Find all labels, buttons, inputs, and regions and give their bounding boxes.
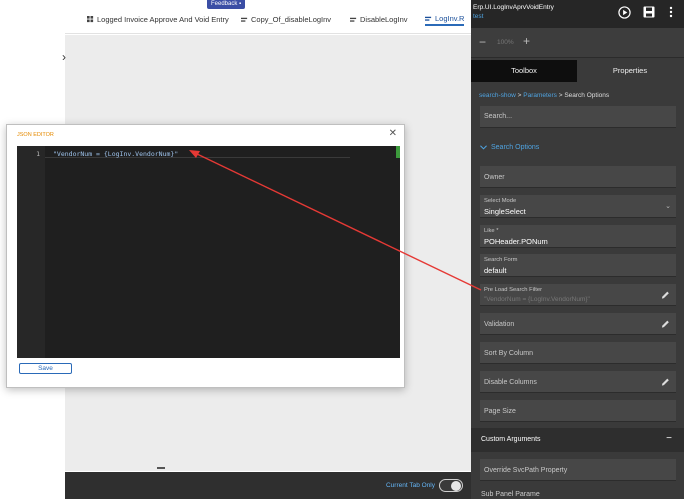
code-editor[interactable]: 1 "VendorNum = {LogInv.VendorNum}": [17, 146, 400, 358]
sub-panel-params-label: Sub Panel Parame: [481, 491, 540, 498]
form-icon: [350, 17, 357, 22]
feedback-button[interactable]: Feedback ▪: [207, 0, 246, 9]
breadcrumb: search-show > Parameters > Search Option…: [479, 92, 609, 99]
sort-placeholder: Sort By Column: [484, 350, 534, 357]
owner-placeholder: Owner: [484, 174, 505, 181]
floppy-icon: [643, 6, 655, 18]
zoom-level: 100%: [497, 39, 514, 46]
sort-by-column-field[interactable]: Sort By Column: [480, 342, 676, 364]
dropdown-arrow-icon: ⌄: [665, 203, 671, 210]
layer-name[interactable]: test: [473, 13, 483, 20]
tab-label: DisableLogInv: [360, 14, 408, 24]
drag-handle[interactable]: [157, 467, 165, 469]
search-input[interactable]: Search...: [480, 106, 676, 128]
page-tabbar: Feedback ▪ Logged Invoice Approve And Vo…: [65, 0, 471, 34]
pencil-icon[interactable]: [661, 377, 670, 386]
designer-panel: Erp.UI.LogInvAprvVoidEntry test − 100% +…: [471, 0, 684, 499]
panel-header: Erp.UI.LogInvAprvVoidEntry test: [471, 0, 684, 28]
breadcrumb-parameters[interactable]: Parameters: [523, 92, 557, 99]
disable-columns-field[interactable]: Disable Columns: [480, 371, 676, 393]
select-mode-label: Select Mode: [484, 198, 517, 204]
tab-label: Logged Invoice Approve And Void Entry: [97, 14, 229, 24]
tab-copy-of-disable[interactable]: Copy_Of_disableLogInv: [241, 12, 331, 26]
tab-label: LogInv.R: [435, 13, 465, 23]
run-button[interactable]: [617, 5, 631, 19]
like-field[interactable]: Like * POHeader.PONum: [480, 225, 676, 248]
save-button[interactable]: Save: [19, 363, 72, 374]
preload-search-filter-field[interactable]: Pre Load Search Filter "VendorNum = {Log…: [480, 284, 676, 306]
like-label: Like *: [484, 228, 499, 234]
override-svcpath-field[interactable]: Override SvcPath Property: [480, 459, 676, 481]
current-tab-only-toggle[interactable]: [439, 479, 463, 492]
disable-columns-placeholder: Disable Columns: [484, 379, 537, 386]
validation-placeholder: Validation: [484, 321, 515, 328]
page-size-placeholder: Page Size: [484, 408, 516, 415]
more-vertical-icon: [669, 6, 673, 18]
like-value: POHeader.PONum: [484, 237, 548, 246]
chevron-down-icon: [480, 145, 487, 150]
tab-toolbox[interactable]: Toolbox: [471, 60, 577, 82]
tab-loginv-r[interactable]: LogInv.R: [425, 12, 465, 26]
search-placeholder: Search...: [484, 113, 513, 120]
line-number: 1: [36, 150, 40, 158]
zoom-bar: − 100% +: [471, 28, 684, 58]
override-placeholder: Override SvcPath Property: [484, 467, 568, 474]
form-icon: [425, 16, 432, 21]
page-size-field[interactable]: Page Size: [480, 400, 676, 422]
form-icon: [241, 17, 248, 22]
breadcrumb-search-show[interactable]: search-show: [479, 92, 516, 99]
line-gutter: 1: [17, 146, 45, 358]
tab-logged-invoice[interactable]: Logged Invoice Approve And Void Entry: [87, 12, 229, 26]
panel-tabs: Toolbox Properties: [471, 60, 684, 82]
search-form-field[interactable]: Search Form default: [480, 254, 676, 277]
more-menu-button[interactable]: [664, 5, 678, 19]
validation-field[interactable]: Validation: [480, 313, 676, 335]
tab-properties[interactable]: Properties: [577, 60, 683, 82]
search-form-label: Search Form: [484, 257, 518, 263]
modal-title: JSON EDITOR: [17, 132, 54, 138]
zoom-in-button[interactable]: +: [523, 34, 530, 48]
pencil-icon[interactable]: [661, 319, 670, 328]
pencil-icon[interactable]: [661, 290, 670, 299]
preload-value: "VendorNum = {LogInv.VendorNum}": [484, 296, 590, 303]
bottom-bar: Current Tab Only: [65, 472, 471, 499]
section-title: Search Options: [491, 144, 540, 151]
close-icon[interactable]: ✕: [389, 128, 397, 139]
current-tab-only-label: Current Tab Only: [385, 482, 435, 489]
code-line[interactable]: "VendorNum = {LogInv.VendorNum}": [53, 150, 178, 158]
breadcrumb-current: Search Options: [564, 92, 610, 99]
owner-field[interactable]: Owner: [480, 166, 676, 188]
search-form-value: default: [484, 266, 507, 275]
breadcrumb-separator: >: [517, 92, 522, 99]
preload-label: Pre Load Search Filter: [484, 287, 542, 293]
save-layer-button[interactable]: [642, 5, 656, 19]
tab-disable-loginv[interactable]: DisableLogInv: [350, 12, 408, 26]
zoom-out-button[interactable]: −: [479, 35, 486, 49]
custom-arguments-label: Custom Arguments: [481, 436, 541, 443]
tab-label: Copy_Of_disableLogInv: [251, 14, 332, 24]
json-editor-modal: JSON EDITOR ✕ 1 "VendorNum = {LogInv.Ven…: [6, 124, 405, 388]
select-mode-value: SingleSelect: [484, 207, 526, 216]
collapse-icon[interactable]: −: [666, 433, 672, 444]
chevron-icon[interactable]: ›: [62, 50, 66, 64]
breadcrumb-separator: >: [558, 92, 563, 99]
section-search-options[interactable]: Search Options: [480, 144, 539, 151]
select-mode-dropdown[interactable]: Select Mode SingleSelect ⌄: [480, 195, 676, 218]
grid-icon: [87, 15, 94, 22]
feedback-label: Feedback: [211, 1, 238, 7]
play-icon: [617, 5, 631, 19]
scroll-indicator[interactable]: [396, 146, 400, 158]
custom-arguments-header[interactable]: Custom Arguments −: [471, 428, 684, 452]
app-name: Erp.UI.LogInvAprvVoidEntry: [473, 4, 554, 11]
